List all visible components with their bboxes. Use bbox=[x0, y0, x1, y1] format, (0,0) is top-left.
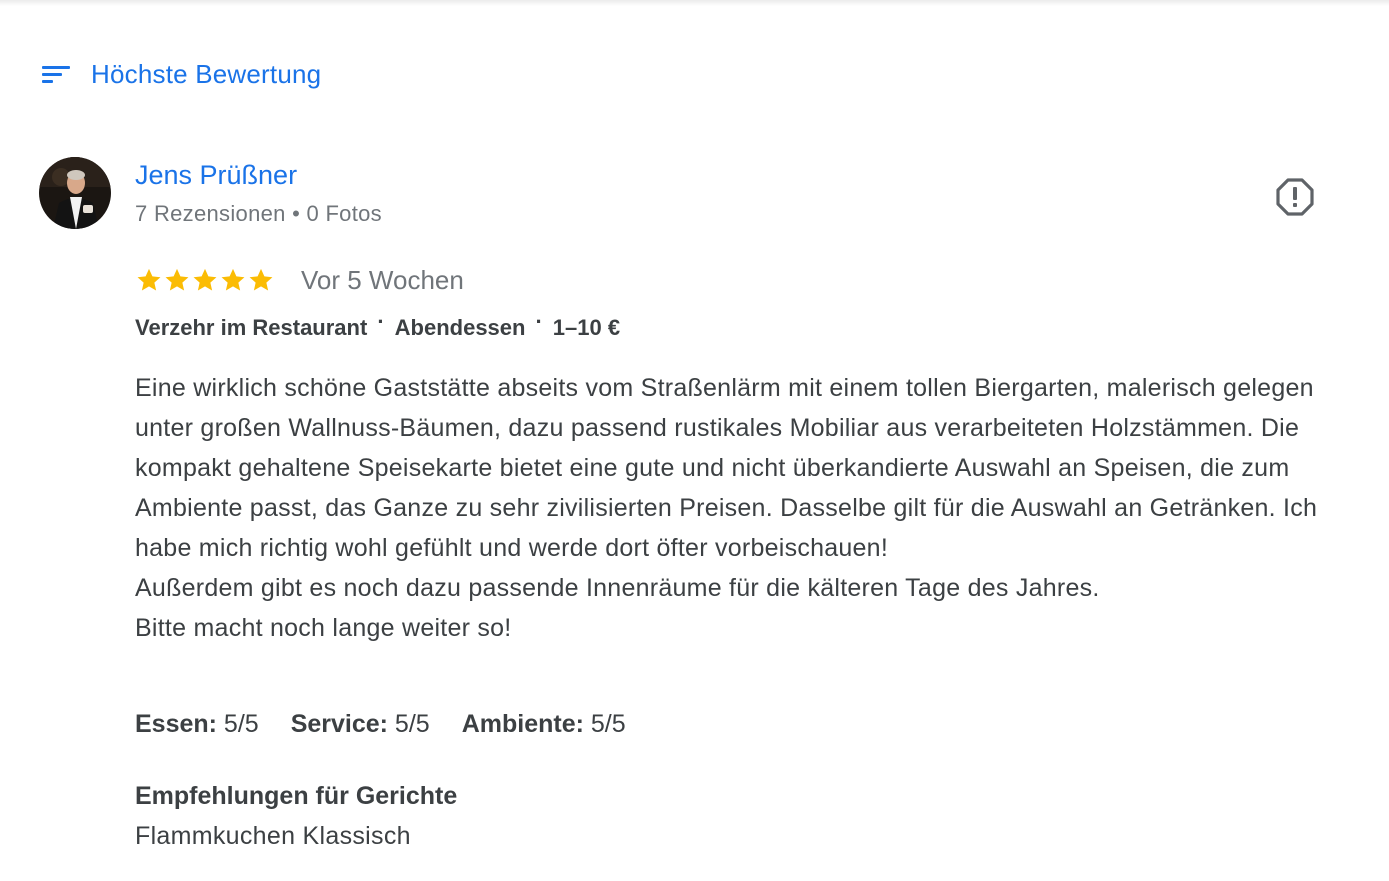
reviewer-name[interactable]: Jens Prüßner bbox=[135, 160, 297, 191]
sub-rating-label: Service: bbox=[290, 710, 388, 738]
sort-button[interactable]: Höchste Bewertung bbox=[40, 56, 321, 92]
reviewer-avatar[interactable] bbox=[39, 157, 111, 229]
user-avatar-photo-icon bbox=[39, 157, 111, 229]
rating-row: Vor 5 Wochen bbox=[135, 263, 464, 297]
reviewer-meta: 7 Rezensionen • 0 Fotos bbox=[135, 201, 382, 226]
sub-rating-value: 5/5 bbox=[583, 710, 626, 738]
sub-ratings: Essen: 5/5 Service: 5/5 Ambiente: 5/5 bbox=[135, 710, 658, 739]
sub-rating-label: Ambiente: bbox=[461, 710, 584, 738]
star-icon bbox=[193, 268, 217, 291]
tag-separator: · bbox=[377, 309, 385, 334]
sub-rating: Service: 5/5 bbox=[291, 710, 430, 739]
sort-lines-icon bbox=[42, 66, 70, 83]
star-icon bbox=[165, 268, 189, 291]
tag-separator: · bbox=[535, 309, 543, 334]
sub-rating-value: 5/5 bbox=[387, 710, 430, 738]
star-icon bbox=[221, 268, 245, 291]
top-shadow bbox=[0, 0, 1389, 6]
star-rating bbox=[135, 266, 275, 294]
star-icon bbox=[137, 268, 161, 291]
dish-recommendations-title: Empfehlungen für Gerichte bbox=[135, 782, 458, 810]
sub-rating-value: 5/5 bbox=[216, 710, 259, 738]
review-tag: Abendessen bbox=[394, 315, 526, 340]
review-time: Vor 5 Wochen bbox=[301, 264, 464, 295]
sub-rating-label: Essen: bbox=[135, 710, 217, 738]
sub-rating: Ambiente: 5/5 bbox=[462, 710, 626, 739]
star-icon bbox=[249, 268, 273, 291]
sort-label: Höchste Bewertung bbox=[91, 58, 322, 89]
review-tag: Verzehr im Restaurant bbox=[135, 315, 368, 340]
report-flag-icon bbox=[1276, 178, 1314, 216]
sub-rating: Essen: 5/5 bbox=[135, 710, 259, 739]
dish-recommendations-value: Flammkuchen Klassisch bbox=[135, 822, 411, 850]
review-tag: 1–10 € bbox=[552, 315, 621, 340]
review-tags: Verzehr im Restaurant · Abendessen · 1–10 € bbox=[135, 309, 621, 341]
review-text: Eine wirklich schöne Gaststätte abseits … bbox=[135, 374, 1318, 642]
report-review-button[interactable] bbox=[1274, 176, 1316, 218]
